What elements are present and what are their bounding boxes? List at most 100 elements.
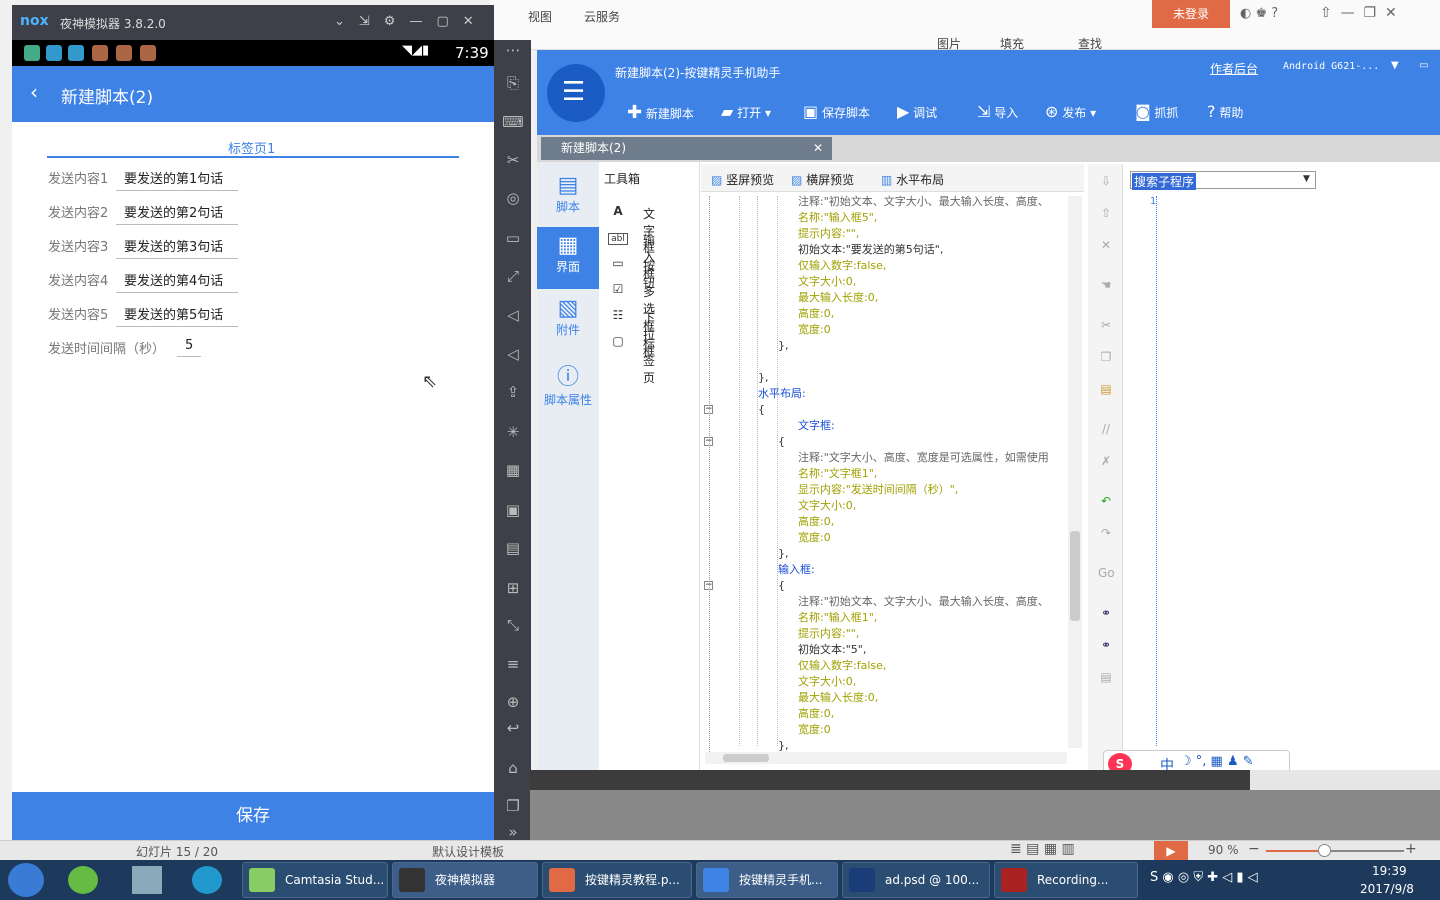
scrollbar-thumb[interactable]: [723, 754, 769, 762]
nav-script[interactable]: ▤ 脚本: [537, 167, 599, 229]
shake-icon[interactable]: ✳: [502, 422, 524, 442]
send-content-4-input[interactable]: 要发送的第4句话: [116, 270, 238, 293]
code-editor[interactable]: − − − 注释:"初始文本、文字大小、最大输入长度、高度、 名称:"输入框5"…: [701, 192, 1084, 767]
hlayout-button[interactable]: ▥ 水平布局: [881, 171, 944, 188]
login-button[interactable]: 未登录: [1152, 0, 1230, 28]
taskbar-camtasia[interactable]: Camtasia Stud...: [242, 862, 388, 898]
tray-icons[interactable]: S ◉ ◎ ⛨ ✚ ◁ ▮ ◁: [1150, 870, 1258, 885]
taskbar-assistant[interactable]: 按键精灵手机...: [696, 862, 838, 898]
taskbar-recording[interactable]: Recording...: [994, 862, 1138, 898]
tab-label[interactable]: 标签页1: [228, 138, 275, 157]
cut-icon[interactable]: ✂: [1098, 318, 1114, 334]
nav-props[interactable]: ⓘ 脚本属性: [537, 357, 599, 419]
paste-icon[interactable]: ▤: [1098, 382, 1114, 398]
zoom-in-icon[interactable]: +: [1405, 841, 1417, 857]
delete-icon[interactable]: ✕: [1098, 238, 1114, 254]
sync-icon[interactable]: ⤡: [502, 615, 524, 635]
device-select[interactable]: Android G621-...: [1283, 61, 1379, 72]
record-icon[interactable]: ▣: [502, 500, 524, 520]
import-button[interactable]: ⇲ 导入: [977, 102, 1018, 121]
slideshow-play-icon[interactable]: ▶: [1154, 841, 1188, 861]
fold-icon[interactable]: −: [704, 405, 713, 414]
scrollbar-thumb[interactable]: [1070, 531, 1080, 621]
scissors-icon[interactable]: ✂: [502, 150, 524, 170]
nav-ui[interactable]: ▦ 界面: [537, 227, 599, 289]
close-icon[interactable]: ✕: [813, 137, 823, 160]
ppt-tab-cloud[interactable]: 云服务: [584, 8, 620, 25]
debug-button[interactable]: ▶ 调试: [897, 102, 937, 121]
save-script-button[interactable]: ▣ 保存脚本: [803, 102, 870, 121]
capture-button[interactable]: ◙ 抓抓: [1135, 102, 1178, 121]
chevron-down-icon[interactable]: ▼: [1391, 60, 1399, 71]
help-button[interactable]: ? 帮助: [1207, 102, 1243, 121]
fold-icon[interactable]: −: [704, 581, 713, 590]
window-controls[interactable]: ⇧ — ❐ ✕: [1320, 5, 1397, 21]
move-down-icon[interactable]: ⇩: [1098, 174, 1114, 190]
home-icon[interactable]: ⌂: [502, 758, 524, 778]
send-content-1-input[interactable]: 要发送的第1句话: [116, 168, 238, 191]
zoom-thumb[interactable]: [1318, 844, 1331, 857]
nav-attach[interactable]: ▧ 附件: [537, 294, 599, 356]
add-icon[interactable]: ⊕: [502, 692, 524, 712]
location-icon[interactable]: ◎: [502, 188, 524, 208]
copy-icon[interactable]: ❐: [1098, 350, 1114, 366]
ime-tools-icon[interactable]: ☽ °, ▦ ♟ ✎: [1180, 754, 1254, 769]
landscape-preview-button[interactable]: ▨ 横屏预览: [791, 171, 854, 188]
tab-new-script[interactable]: 新建脚本(2) ✕: [541, 137, 832, 160]
taskbar-ppt[interactable]: 按键精灵教程.p...: [542, 862, 692, 898]
nox-window-controls[interactable]: ⌄⇲⚙—▢✕: [334, 14, 488, 29]
publish-button[interactable]: ⊛ 发布 ▾: [1045, 102, 1096, 121]
back-arrow-icon[interactable]: ‹: [30, 80, 38, 104]
tool-button[interactable]: ▭ 按钮: [608, 256, 655, 290]
replace-icon[interactable]: ⚭: [1098, 638, 1114, 654]
undo-icon[interactable]: ↶: [1098, 494, 1114, 510]
find-icon[interactable]: ⚭: [1098, 606, 1114, 622]
volume-up-icon[interactable]: ◁: [502, 305, 524, 325]
tool-input[interactable]: abl 输入框: [608, 230, 655, 281]
keyboard-icon[interactable]: ⌨: [502, 112, 524, 132]
open-button[interactable]: ▰ 打开 ▾: [721, 102, 771, 121]
send-content-2-input[interactable]: 要发送的第2句话: [116, 202, 238, 225]
taskbar-nox[interactable]: 夜神模拟器: [392, 862, 538, 898]
send-content-3-input[interactable]: 要发送的第3句话: [116, 236, 238, 259]
send-content-5-input[interactable]: 要发送的第5句话: [116, 304, 238, 327]
multi-icon[interactable]: ▦: [502, 460, 524, 480]
hand-icon[interactable]: ☚: [1098, 278, 1114, 294]
ppt-tab-view[interactable]: 视图: [528, 8, 552, 25]
screen-icon[interactable]: ▭: [502, 228, 524, 248]
tool-textbox[interactable]: A 文字框: [608, 204, 655, 255]
vertical-scrollbar[interactable]: [1068, 196, 1082, 748]
fullscreen-icon[interactable]: ⤢: [502, 266, 524, 286]
goto-icon[interactable]: Go: [1098, 566, 1115, 582]
help-icon[interactable]: ◐ ♚ ?: [1240, 6, 1278, 21]
recent-icon[interactable]: ❐: [502, 796, 524, 816]
macro-icon[interactable]: ⊞: [502, 578, 524, 598]
taskbar-photoshop[interactable]: ad.psd @ 100...: [842, 862, 990, 898]
rotate-icon[interactable]: ⎘: [502, 73, 524, 93]
app-icon[interactable]: [132, 866, 162, 894]
new-script-button[interactable]: ✚ 新建脚本: [627, 102, 694, 123]
horizontal-scrollbar[interactable]: [705, 752, 1067, 764]
page-icon[interactable]: ▤: [1098, 670, 1114, 686]
zoom-out-icon[interactable]: −: [1248, 841, 1260, 857]
back-icon[interactable]: ↩: [502, 718, 524, 738]
chevron-down-icon[interactable]: ▼: [1303, 174, 1310, 184]
minimize-icon[interactable]: ▭: [1419, 60, 1428, 71]
video-icon[interactable]: ▤: [502, 538, 524, 558]
list-icon[interactable]: ☰: [547, 64, 605, 122]
more-icon[interactable]: ⋯: [502, 40, 524, 60]
windows-start-icon[interactable]: [8, 863, 44, 897]
view-icons[interactable]: ≣ ▤ ▦ ▥: [1010, 841, 1075, 857]
portrait-preview-button[interactable]: ▨ 竖屏预览: [711, 171, 774, 188]
move-up-icon[interactable]: ⇧: [1098, 206, 1114, 222]
volume-down-icon[interactable]: ◁: [502, 344, 524, 364]
expand-icon[interactable]: »: [502, 822, 524, 842]
save-button[interactable]: 保存: [12, 792, 494, 840]
apk-icon[interactable]: ⇪: [502, 382, 524, 402]
tool-tabpage[interactable]: ▢ 标签页: [608, 334, 655, 385]
tool-dropdown[interactable]: ☷ 下拉框: [608, 308, 655, 359]
tool-checkbox[interactable]: ☑ 多选框: [608, 282, 655, 333]
menu-icon[interactable]: ≡: [502, 654, 524, 674]
app-icon[interactable]: [68, 866, 98, 894]
interval-input[interactable]: 5: [177, 338, 202, 357]
